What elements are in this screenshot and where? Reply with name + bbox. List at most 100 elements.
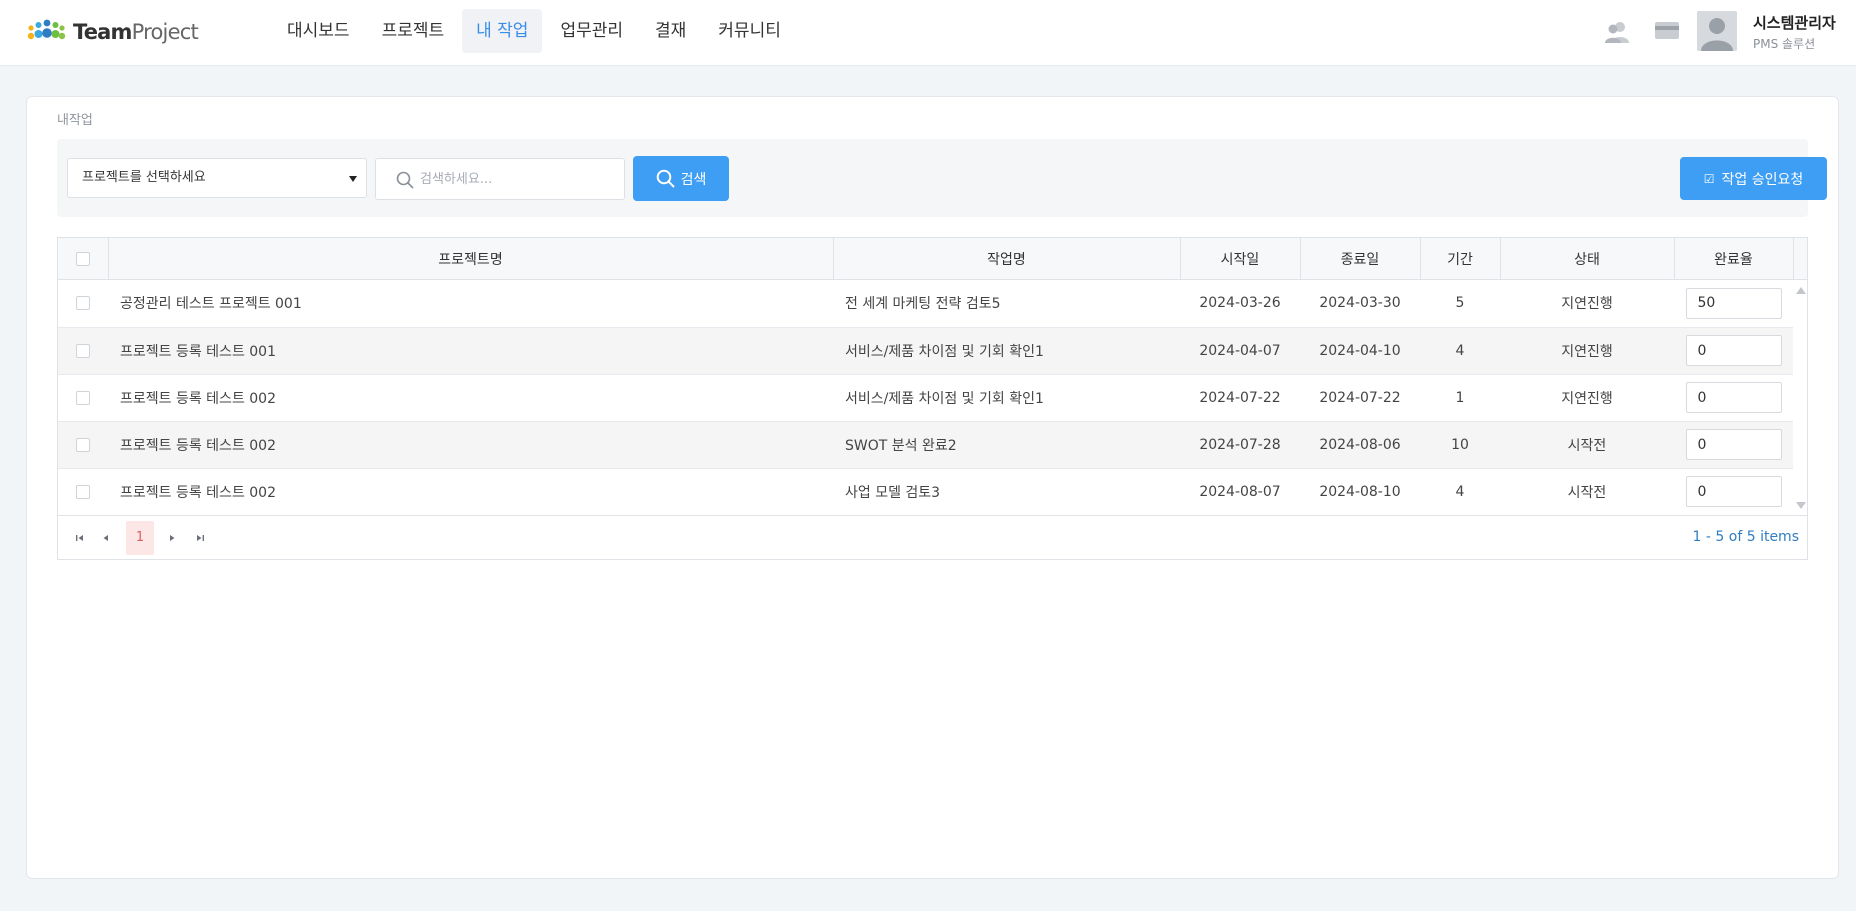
end-date: 2024-08-10 <box>1300 468 1420 515</box>
nav-my-tasks[interactable]: 내 작업 <box>462 9 543 53</box>
project-name-link[interactable]: 프로젝트 등록 테스트 001 <box>108 327 833 375</box>
task-name-link[interactable]: SWOT 분석 완료2 <box>833 421 1180 469</box>
grid-header: 프로젝트명 작업명 시작일 종료일 기간 상태 완료율 <box>58 238 1807 280</box>
card-icon[interactable] <box>1655 21 1679 40</box>
user-subtitle: PMS 솔루션 <box>1753 37 1816 51</box>
duration: 4 <box>1420 327 1500 375</box>
avatar-silhouette-icon <box>1697 11 1737 51</box>
status: 지연진행 <box>1500 374 1674 422</box>
task-name-link[interactable]: 서비스/제품 차이점 및 기회 확인1 <box>833 327 1180 375</box>
task-name-link[interactable]: 사업 모델 검토3 <box>833 468 1180 515</box>
table-row[interactable]: 프로젝트 등록 테스트 002 SWOT 분석 완료2 2024-07-28 2… <box>58 421 1793 469</box>
completion-rate-input[interactable] <box>1685 287 1782 319</box>
select-all-checkbox[interactable] <box>75 251 90 266</box>
completion-rate-input[interactable] <box>1685 335 1782 366</box>
duration: 10 <box>1420 421 1500 469</box>
project-name-link[interactable]: 프로젝트 등록 테스트 002 <box>108 374 833 422</box>
logo-text: TeamProject <box>73 20 199 44</box>
end-date: 2024-04-10 <box>1300 327 1420 375</box>
table-row[interactable]: 프로젝트 등록 테스트 001 서비스/제품 차이점 및 기회 확인1 2024… <box>58 327 1793 375</box>
caret-down-icon <box>349 176 357 182</box>
table-row[interactable]: 프로젝트 등록 테스트 002 서비스/제품 차이점 및 기회 확인1 2024… <box>58 374 1793 422</box>
search-button[interactable]: 검색 <box>633 156 729 201</box>
project-name-link[interactable]: 프로젝트 등록 테스트 002 <box>108 421 833 469</box>
logo-icon <box>27 19 66 40</box>
top-header: TeamProject 대시보드 프로젝트 내 작업 업무관리 결재 커뮤니티 … <box>0 0 1856 66</box>
col-status[interactable]: 상태 <box>1500 238 1675 279</box>
row-select[interactable] <box>58 374 108 422</box>
approval-request-button[interactable]: ☑ 작업 승인요청 <box>1680 157 1827 200</box>
row-checkbox[interactable] <box>76 437 90 452</box>
task-name-link[interactable]: 서비스/제품 차이점 및 기회 확인1 <box>833 374 1180 422</box>
col-project-name[interactable]: 프로젝트명 <box>108 238 834 279</box>
col-duration[interactable]: 기간 <box>1420 238 1501 279</box>
start-date: 2024-03-26 <box>1180 280 1300 328</box>
completion-rate-cell <box>1674 468 1793 515</box>
logo[interactable]: TeamProject <box>26 18 199 46</box>
col-start-date[interactable]: 시작일 <box>1180 238 1301 279</box>
task-name-link[interactable]: 전 세계 마케팅 전략 검토5 <box>833 280 1180 328</box>
vertical-scrollbar[interactable] <box>1794 280 1807 515</box>
start-date: 2024-07-28 <box>1180 421 1300 469</box>
end-date: 2024-08-06 <box>1300 421 1420 469</box>
start-date: 2024-07-22 <box>1180 374 1300 422</box>
header-scroll-spacer <box>1793 238 1807 279</box>
header-select-all[interactable] <box>58 238 109 279</box>
page-number-current[interactable]: 1 <box>126 521 154 555</box>
breadcrumb: 내작업 <box>57 113 93 128</box>
col-completion-rate[interactable]: 완료율 <box>1674 238 1794 279</box>
search-button-label: 검색 <box>680 171 707 188</box>
avatar[interactable] <box>1697 11 1737 51</box>
scroll-up-icon[interactable] <box>1796 287 1806 294</box>
nav-projects[interactable]: 프로젝트 <box>368 9 459 53</box>
completion-rate-cell <box>1674 280 1793 328</box>
last-page-icon[interactable] <box>190 528 210 548</box>
main-panel: 내작업 프로젝트를 선택하세요 검색 ☑ 작업 승인요청 <box>26 96 1839 879</box>
row-checkbox[interactable] <box>76 296 90 311</box>
search-icon <box>396 171 414 189</box>
project-select[interactable]: 프로젝트를 선택하세요 <box>67 158 367 198</box>
nav-community[interactable]: 커뮤니티 <box>704 9 795 53</box>
completion-rate-input[interactable] <box>1685 476 1782 507</box>
project-name-link[interactable]: 프로젝트 등록 테스트 002 <box>108 468 833 515</box>
pager: 1 1 - 5 of 5 items <box>58 515 1807 559</box>
project-select-value: 프로젝트를 선택하세요 <box>82 170 206 185</box>
row-select[interactable] <box>58 280 108 328</box>
prev-page-icon[interactable] <box>96 528 116 548</box>
search-input[interactable] <box>420 159 615 199</box>
row-checkbox[interactable] <box>76 484 90 499</box>
filter-toolbar: 프로젝트를 선택하세요 검색 ☑ 작업 승인요청 <box>57 139 1827 217</box>
nav-dashboard[interactable]: 대시보드 <box>273 9 364 53</box>
search-icon <box>656 169 675 188</box>
completion-rate-cell <box>1674 421 1793 469</box>
completion-rate-input[interactable] <box>1685 382 1782 413</box>
search-box[interactable] <box>375 158 625 200</box>
table-row[interactable]: 프로젝트 등록 테스트 002 사업 모델 검토3 2024-08-07 202… <box>58 468 1793 515</box>
duration: 5 <box>1420 280 1500 328</box>
first-page-icon[interactable] <box>70 528 90 548</box>
col-end-date[interactable]: 종료일 <box>1300 238 1421 279</box>
grid-body: 공정관리 테스트 프로젝트 001 전 세계 마케팅 전략 검토5 2024-0… <box>58 280 1793 515</box>
start-date: 2024-08-07 <box>1180 468 1300 515</box>
col-task-name[interactable]: 작업명 <box>833 238 1181 279</box>
user-name[interactable]: 시스템관리자 <box>1753 12 1836 33</box>
pager-info: 1 - 5 of 5 items <box>1692 529 1799 545</box>
table-row[interactable]: 공정관리 테스트 프로젝트 001 전 세계 마케팅 전략 검토5 2024-0… <box>58 280 1793 328</box>
status: 시작전 <box>1500 468 1674 515</box>
row-select[interactable] <box>58 327 108 375</box>
scroll-down-icon[interactable] <box>1796 502 1806 509</box>
row-select[interactable] <box>58 468 108 515</box>
task-grid: 프로젝트명 작업명 시작일 종료일 기간 상태 완료율 공정관리 테스트 프로젝… <box>57 237 1808 560</box>
duration: 4 <box>1420 468 1500 515</box>
row-checkbox[interactable] <box>76 343 90 358</box>
row-select[interactable] <box>58 421 108 469</box>
users-icon[interactable] <box>1604 20 1630 44</box>
completion-rate-input[interactable] <box>1685 429 1782 460</box>
project-name-link[interactable]: 공정관리 테스트 프로젝트 001 <box>108 280 833 328</box>
nav-work-management[interactable]: 업무관리 <box>546 9 637 53</box>
next-page-icon[interactable] <box>162 528 182 548</box>
status: 지연진행 <box>1500 327 1674 375</box>
nav-approval[interactable]: 결재 <box>641 9 700 53</box>
row-checkbox[interactable] <box>76 390 90 405</box>
duration: 1 <box>1420 374 1500 422</box>
